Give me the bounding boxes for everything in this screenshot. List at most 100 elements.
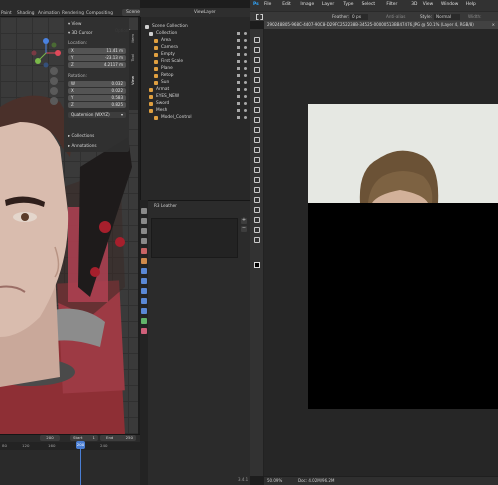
healing-brush-tool-icon[interactable] [254,107,260,113]
visibility-eye-icon[interactable] [244,102,247,105]
outliner-item[interactable]: Sun [145,80,249,87]
render-toggle-icon[interactable] [237,109,240,112]
outliner-item[interactable]: Armat [145,87,249,94]
outliner-item[interactable]: Camera [145,45,249,52]
anti-alias-checkbox[interactable]: Anti-alias [386,14,405,19]
rotation-mode-select[interactable]: Quaternion (WXYZ) ▾ [68,112,126,118]
cursor-rotation-x[interactable]: X 0.022 [68,88,126,94]
visibility-eye-icon[interactable] [244,74,247,77]
render-toggle-icon[interactable] [237,32,240,35]
workspace-tab-paint[interactable]: Paint [1,11,12,16]
add-slot-button[interactable]: + [241,218,247,224]
outliner-item[interactable]: Mesh [145,108,249,115]
cursor-location-z[interactable]: Z 4.2117 m [68,62,126,68]
lasso-tool-icon[interactable] [254,57,260,63]
particles-tab-icon[interactable] [141,288,147,294]
world-tab-icon[interactable] [141,258,147,264]
document-image-top[interactable] [308,104,498,203]
render-toggle-icon[interactable] [237,116,240,119]
scene-selector[interactable]: Scene [122,9,140,16]
zoom-level[interactable]: 50.09% [267,479,282,483]
collections-panel-header[interactable]: ▸ Collections [68,133,94,140]
cursor-rotation-y[interactable]: Y 0.583 [68,95,126,101]
tab-view[interactable]: View [130,76,135,85]
view-layer-tab-icon[interactable] [141,238,147,244]
material-name[interactable]: R3 Leather [154,203,177,208]
cursor-panel-header[interactable]: ▾ 3D Cursor [68,30,92,37]
ps-menu-item[interactable]: Layer [322,2,334,7]
dodge-tool-icon[interactable] [254,177,260,183]
blur-tool-icon[interactable] [254,167,260,173]
frame-tool-icon[interactable] [254,87,260,93]
outliner-item[interactable]: Retop [145,73,249,80]
render-tab-icon[interactable] [141,218,147,224]
view-panel-header[interactable]: ▾ View [68,21,81,28]
close-tab-icon[interactable]: × [492,23,495,27]
history-brush-tool-icon[interactable] [254,137,260,143]
marquee-tool-icon[interactable] [256,14,263,20]
style-select[interactable]: Normal [434,14,460,20]
visibility-eye-icon[interactable] [244,53,247,56]
zoom-tool-icon[interactable] [254,237,260,243]
camera-view-icon[interactable] [50,87,58,95]
ps-menu-item[interactable]: Type [343,2,353,7]
rectangle-tool-icon[interactable] [254,217,260,223]
end-frame-field[interactable]: End 250 [100,435,136,441]
render-toggle-icon[interactable] [237,88,240,91]
timeline-ruler[interactable]: 80 120 160 240 [0,442,140,450]
render-toggle-icon[interactable] [237,74,240,77]
quick-select-tool-icon[interactable] [254,67,260,73]
scene-collection-row[interactable]: Scene Collection [145,24,249,31]
document-image-layer[interactable] [308,203,498,409]
visibility-eye-icon[interactable] [244,88,247,91]
navigation-gizmo[interactable] [30,37,62,69]
feather-input[interactable]: 0 px [350,14,368,20]
modifier-tab-icon[interactable] [141,278,147,284]
foreground-color-swatch[interactable] [254,262,260,268]
crop-tool-icon[interactable] [254,77,260,83]
grid-toggle-icon[interactable] [50,97,58,105]
hand-tool-icon[interactable] [254,227,260,233]
physics-tab-icon[interactable] [141,298,147,304]
ps-menu-item[interactable]: Window [441,2,458,7]
outliner-item[interactable]: EYES_NEW [145,94,249,101]
tab-item[interactable]: Item [130,34,135,43]
render-toggle-icon[interactable] [237,53,240,56]
data-tab-icon[interactable] [141,318,147,324]
annotations-panel-header[interactable]: ▸ Annotations [68,143,97,150]
visibility-eye-icon[interactable] [244,109,247,112]
start-frame-field[interactable]: Start 1 [70,435,98,441]
cursor-rotation-w[interactable]: W 0.032 [68,81,126,87]
tab-tool[interactable]: Tool [130,54,135,61]
brush-tool-icon[interactable] [254,117,260,123]
visibility-eye-icon[interactable] [244,116,247,119]
pan-hand-icon[interactable] [50,77,58,85]
cursor-rotation-z[interactable]: Z 0.825 [68,102,126,108]
render-toggle-icon[interactable] [237,81,240,84]
zoom-icon[interactable] [50,67,58,75]
constraints-tab-icon[interactable] [141,308,147,314]
ps-menu-item[interactable]: Filter [386,2,397,7]
workspace-tab-rendering[interactable]: Rendering [62,11,84,16]
tool-tab-icon[interactable] [141,208,147,214]
render-toggle-icon[interactable] [237,46,240,49]
marquee-tool-icon[interactable] [254,47,260,53]
view-layer-label[interactable]: ViewLayer [194,9,216,14]
workspace-tab-animation[interactable]: Animation [38,11,60,16]
scene-tab-icon[interactable] [141,248,147,254]
render-toggle-icon[interactable] [237,39,240,42]
cursor-location-y[interactable]: Y -23.13 m [68,55,126,61]
eraser-tool-icon[interactable] [254,147,260,153]
workspace-tab-compositing[interactable]: Compositing [86,11,113,16]
workspace-tab-shading[interactable]: Shading [17,11,34,16]
cursor-location-x[interactable]: X 11.41 m [68,48,126,54]
clone-stamp-tool-icon[interactable] [254,127,260,133]
pen-tool-icon[interactable] [254,187,260,193]
render-toggle-icon[interactable] [237,102,240,105]
type-tool-icon[interactable] [254,197,260,203]
ps-menu-item[interactable]: Select [362,2,376,7]
ps-menu-item[interactable]: View [423,2,433,7]
document-tab[interactable]: 290248805-968C-4407-90C8-D29FC252238B-34… [264,21,498,29]
object-tab-icon[interactable] [141,268,147,274]
outliner-item[interactable]: Area [145,38,249,45]
